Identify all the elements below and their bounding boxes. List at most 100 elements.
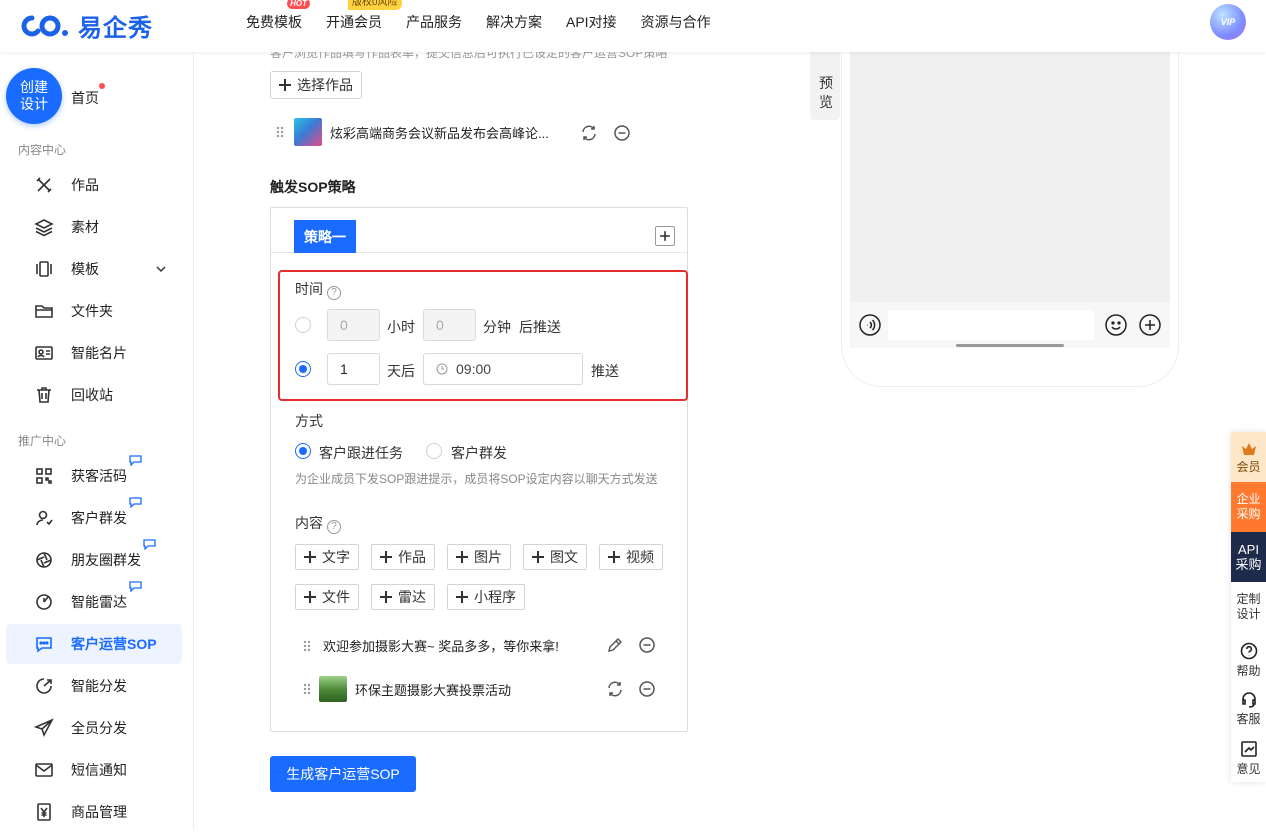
sidebar-item-works[interactable]: 作品 [6, 165, 182, 205]
nav-api[interactable]: API对接 [566, 12, 617, 32]
add-miniprogram-button[interactable]: 小程序 [447, 584, 525, 610]
trash-icon [37, 387, 51, 403]
nav-products[interactable]: 产品服务 [406, 12, 462, 32]
nav-free-templates[interactable]: 免费模板 HOT [246, 0, 310, 32]
plus-icon [456, 591, 468, 603]
float-api[interactable]: API采购 [1231, 532, 1266, 582]
float-enterprise[interactable]: 企业采购 [1231, 482, 1266, 532]
feedback-icon [1240, 741, 1257, 757]
radio-days-later[interactable] [295, 361, 311, 377]
edit-icon[interactable] [606, 636, 624, 654]
clock-icon [436, 363, 448, 375]
radio-follow-task[interactable] [295, 443, 311, 459]
preview-label[interactable]: 预览 [819, 74, 833, 112]
chat-bubble-icon [129, 455, 142, 466]
sidebar-item-qrcode[interactable]: 获客活码 [6, 455, 182, 496]
voice-icon[interactable] [858, 313, 882, 337]
add-work-button[interactable]: 作品 [371, 544, 435, 570]
float-service[interactable]: 客服 [1231, 690, 1266, 736]
sidebar-item-materials[interactable]: 素材 [6, 207, 182, 247]
select-work-button[interactable]: 选择作品 [270, 71, 362, 99]
sidebar-item-folder[interactable]: 文件夹 [6, 291, 182, 331]
plus-icon [380, 551, 392, 563]
radio-after-hours[interactable] [295, 317, 311, 333]
sidebar-item-sop[interactable]: 客户运营SOP [6, 624, 182, 664]
btn-label: 作品 [398, 549, 426, 565]
headset-icon [1241, 692, 1256, 708]
drag-handle-icon[interactable] [303, 640, 311, 652]
section-promotion-center: 推广中心 [18, 434, 67, 448]
sidebar-item-moments[interactable]: 朋友圈群发 [6, 539, 182, 580]
work-title: 炫彩高端商务会议新品发布会高峰论... [330, 125, 549, 141]
sidebar-item-group-send[interactable]: 客户群发 [6, 497, 182, 538]
nav-solutions[interactable]: 解决方案 [486, 12, 542, 32]
drag-handle-icon[interactable] [303, 683, 311, 695]
radio-group-send[interactable] [426, 443, 442, 459]
content-item: 欢迎参加摄影大赛~ 奖品多多，等你来拿! [303, 636, 559, 655]
sidebar-item-card[interactable]: 智能名片 [6, 333, 182, 373]
drag-handle-icon[interactable] [276, 126, 284, 138]
minutes-input[interactable]: 0 [423, 309, 476, 341]
float-help[interactable]: 帮助 [1231, 642, 1266, 688]
add-circle-icon[interactable] [1138, 313, 1162, 337]
float-custom[interactable]: 定制设计 [1231, 592, 1266, 632]
sidebar-item-smart-distribute[interactable]: 智能分发 [6, 666, 182, 706]
add-file-button[interactable]: 文件 [295, 584, 359, 610]
remove-icon[interactable] [638, 680, 656, 698]
add-video-button[interactable]: 视频 [599, 544, 663, 570]
hours-input[interactable]: 0 [327, 309, 380, 341]
add-radar-button[interactable]: 雷达 [371, 584, 435, 610]
remove-icon[interactable] [613, 124, 631, 142]
sidebar: 创建 设计 首页 内容中心 作品 素材 模板 文件夹 智能名片 回收站 推广中心… [0, 52, 194, 830]
card-icon [35, 346, 53, 360]
vip-avatar[interactable]: VIP [1210, 4, 1246, 40]
method-option-follow-task[interactable]: 客户跟进任务 [319, 443, 403, 463]
time-picker[interactable]: 09:00 [423, 353, 583, 385]
help-icon[interactable]: ? [327, 286, 341, 300]
chat-input[interactable] [888, 310, 1094, 340]
create-design-button[interactable]: 创建 设计 [6, 68, 62, 124]
nav-label: 开通会员 [326, 14, 382, 30]
emoji-icon[interactable] [1104, 313, 1128, 337]
sidebar-item-all-distribute[interactable]: 全员分发 [6, 708, 182, 748]
method-option-group-send[interactable]: 客户群发 [451, 443, 507, 463]
logo[interactable]: 易企秀 [18, 8, 153, 43]
chat-bubble-icon [129, 497, 142, 508]
chat-input-bar [850, 302, 1170, 348]
plus-icon [304, 551, 316, 563]
trigger-sop-title: 触发SOP策略 [270, 179, 356, 195]
float-label: 会员 [1236, 460, 1261, 474]
content-label: 内容? [295, 513, 341, 534]
add-text-button[interactable]: 文字 [295, 544, 359, 570]
copyright-badge: 版权0风险 [348, 0, 402, 10]
refresh-icon[interactable] [606, 680, 624, 698]
plus-icon [660, 231, 670, 241]
days-input[interactable]: 1 [327, 353, 380, 385]
sidebar-item-radar[interactable]: 智能雷达 [6, 581, 182, 622]
minutes-unit: 分钟 [483, 319, 511, 335]
sidebar-label: 客户运营SOP [71, 636, 157, 652]
time-value: 09:00 [456, 361, 492, 377]
remove-icon[interactable] [638, 636, 656, 654]
sidebar-item-trash[interactable]: 回收站 [6, 375, 182, 415]
help-icon[interactable]: ? [327, 520, 341, 534]
refresh-icon[interactable] [580, 124, 598, 142]
user-send-icon [36, 510, 53, 526]
nav-partners[interactable]: 资源与合作 [641, 12, 711, 32]
add-article-button[interactable]: 图文 [523, 544, 587, 570]
add-strategy-button[interactable] [655, 226, 675, 246]
notification-dot [99, 83, 105, 89]
sidebar-item-goods[interactable]: 商品管理 [6, 792, 182, 832]
nav-membership[interactable]: 开通会员 版权0风险 [326, 0, 402, 32]
sidebar-item-sms[interactable]: 短信通知 [6, 750, 182, 790]
generate-sop-button[interactable]: 生成客户运营SOP [270, 756, 416, 792]
mail-icon [35, 763, 53, 777]
aperture-icon [36, 552, 52, 568]
tab-strategy-1[interactable]: 策略一 [294, 220, 356, 253]
float-feedback[interactable]: 意见 [1231, 740, 1266, 782]
sidebar-item-templates[interactable]: 模板 [6, 249, 182, 289]
float-member[interactable]: 会员 [1231, 432, 1266, 482]
sidebar-item-home[interactable]: 首页 [71, 88, 99, 108]
add-image-button[interactable]: 图片 [447, 544, 511, 570]
create-label-1: 创建 [20, 79, 48, 95]
